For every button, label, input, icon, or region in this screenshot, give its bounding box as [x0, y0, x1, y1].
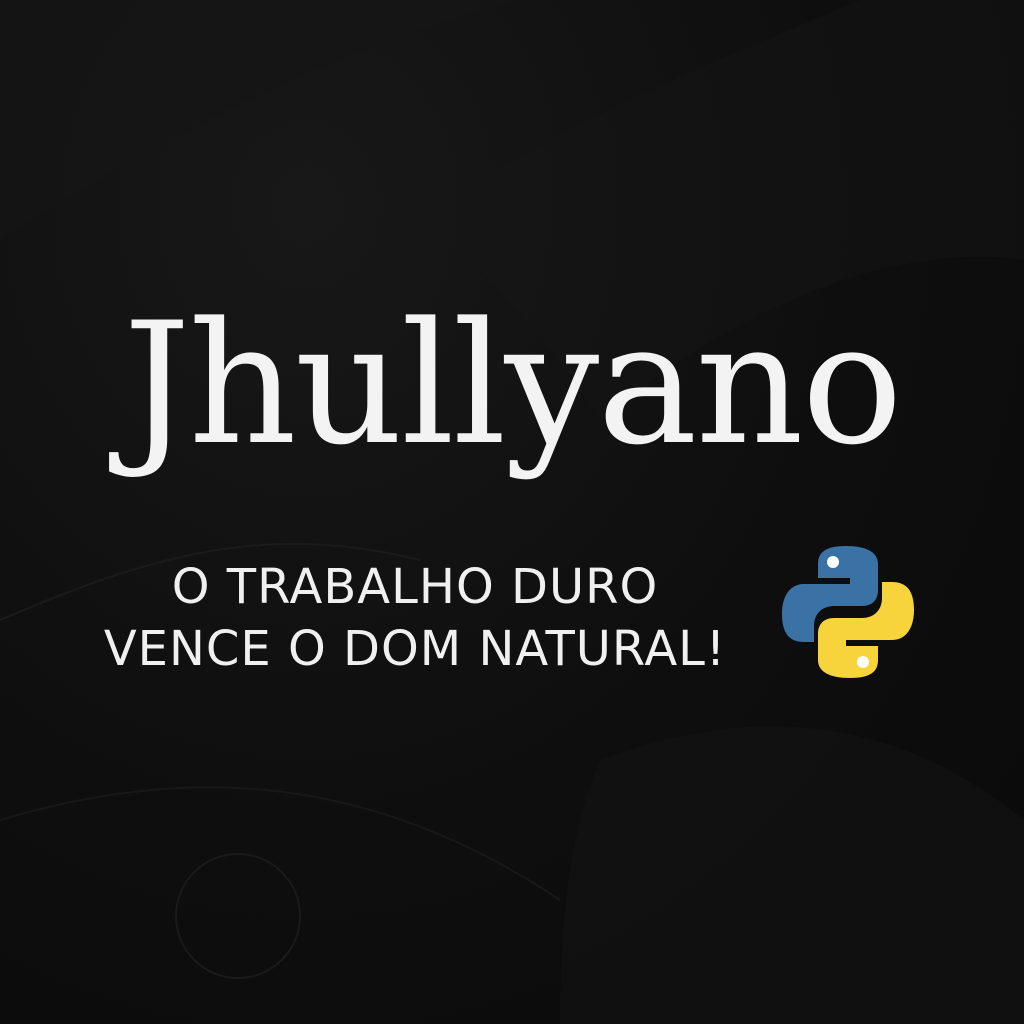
python-logo-icon — [782, 546, 914, 678]
page-title: Jhullyano — [123, 286, 903, 482]
background-waves — [0, 0, 1024, 1024]
poster: Jhullyano O TRABALHO DURO VENCE O DOM NA… — [0, 0, 1024, 1024]
tagline: O TRABALHO DURO VENCE O DOM NATURAL! — [100, 556, 730, 681]
tagline-line-1: O TRABALHO DURO — [171, 559, 659, 615]
tagline-line-2: VENCE O DOM NATURAL! — [103, 621, 727, 678]
